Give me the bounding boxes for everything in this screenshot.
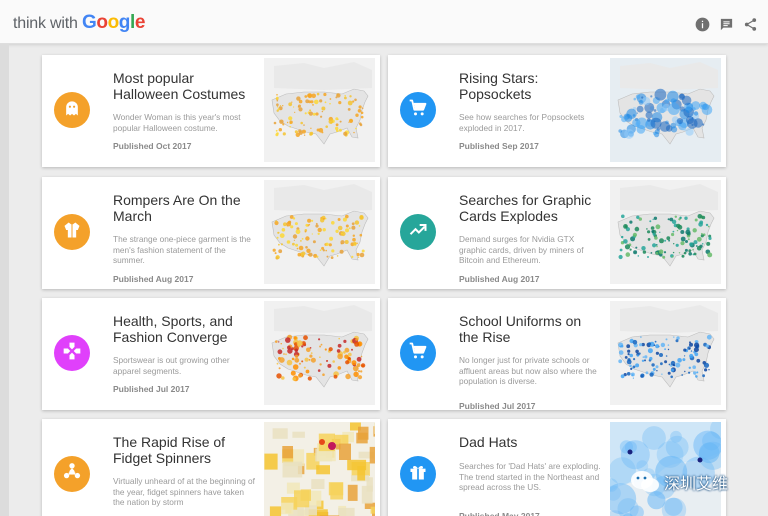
- card-description: Searches for 'Dad Hats' are exploding. T…: [459, 461, 601, 492]
- insight-card[interactable]: Most popular Halloween Costumes Wonder W…: [42, 55, 380, 167]
- insight-card[interactable]: Searches for Graphic Cards Explodes Dema…: [388, 177, 726, 289]
- wechat-icon: [631, 471, 659, 492]
- top-bar: think with Google: [0, 0, 768, 44]
- cart-icon: [408, 341, 428, 366]
- insight-card[interactable]: Rising Stars: Popsockets See how searche…: [388, 55, 726, 167]
- card-description: Virtually unheard of at the beginning of…: [113, 476, 255, 507]
- watermark-text: 深圳艾维: [664, 474, 729, 493]
- card-title[interactable]: Dad Hats: [459, 434, 599, 450]
- insight-card[interactable]: Dad Hats Searches for 'Dad Hats' are exp…: [388, 419, 726, 516]
- card-map-thumbnail[interactable]: [610, 180, 721, 284]
- card-title[interactable]: Rompers Are On the March: [113, 192, 253, 224]
- share-icon[interactable]: [743, 17, 758, 32]
- card-title[interactable]: Most popular Halloween Costumes: [113, 70, 253, 102]
- card-description: No longer just for private schools or af…: [459, 355, 597, 386]
- brand-prefix: think with: [13, 15, 78, 32]
- card-description: The strange one-piece garment is the men…: [113, 234, 251, 265]
- card-title[interactable]: School Uniforms on the Rise: [459, 313, 599, 345]
- card-category-icon: [400, 214, 436, 250]
- card-description: See how searches for Popsockets exploded…: [459, 112, 585, 133]
- card-category-icon: [54, 92, 90, 128]
- card-title[interactable]: The Rapid Rise of Fidget Spinners: [113, 434, 253, 466]
- cart-icon: [408, 98, 428, 123]
- card-description: Demand surges for Nvidia GTX graphic car…: [459, 234, 584, 265]
- card-map-thumbnail[interactable]: [610, 301, 721, 405]
- card-published-date: Published Jul 2017: [113, 384, 190, 394]
- watermark: 深圳艾维: [630, 469, 728, 495]
- card-published-date: Published May 2017: [459, 511, 540, 516]
- info-icon[interactable]: [695, 17, 710, 32]
- card-map-thumbnail[interactable]: [264, 180, 375, 284]
- card-category-icon: [400, 92, 436, 128]
- card-description: Sportswear is out growing other apparel …: [113, 355, 230, 376]
- brand-name: Google: [81, 12, 146, 33]
- card-published-date: Published Sep 2017: [459, 141, 539, 151]
- card-published-date: Published Jul 2017: [459, 401, 536, 410]
- insight-card[interactable]: The Rapid Rise of Fidget Spinners Virtua…: [42, 419, 380, 516]
- think-with-google-logo[interactable]: think with Google: [13, 12, 145, 34]
- card-category-icon: [54, 214, 90, 250]
- card-published-date: Published Aug 2017: [113, 274, 194, 284]
- card-title[interactable]: Health, Sports, and Fashion Converge: [113, 313, 253, 345]
- gift-icon: [408, 462, 428, 487]
- spinner-icon: [62, 462, 82, 487]
- card-title[interactable]: Searches for Graphic Cards Explodes: [459, 192, 599, 224]
- insight-card[interactable]: Rompers Are On the March The strange one…: [42, 177, 380, 289]
- card-category-icon: [400, 335, 436, 371]
- card-map-thumbnail[interactable]: [264, 301, 375, 405]
- left-edge-strip: [0, 44, 9, 516]
- gamepad-icon: [62, 341, 82, 366]
- card-category-icon: [54, 335, 90, 371]
- card-category-icon: [400, 456, 436, 492]
- card-map-thumbnail[interactable]: [610, 58, 721, 162]
- card-description: Wonder Woman is this year's most popular…: [113, 112, 241, 133]
- card-title[interactable]: Rising Stars: Popsockets: [459, 70, 599, 102]
- card-published-date: Published Oct 2017: [113, 141, 192, 151]
- feedback-icon[interactable]: [719, 17, 734, 32]
- insight-card[interactable]: Health, Sports, and Fashion Converge Spo…: [42, 298, 380, 410]
- ghost-icon: [62, 98, 82, 123]
- trending-up-icon: [408, 220, 428, 245]
- insight-card[interactable]: School Uniforms on the Rise No longer ju…: [388, 298, 726, 410]
- card-map-thumbnail[interactable]: [264, 58, 375, 162]
- card-category-icon: [54, 456, 90, 492]
- card-map-thumbnail[interactable]: [264, 422, 380, 516]
- card-published-date: Published Aug 2017: [459, 274, 540, 284]
- jacket-icon: [62, 220, 82, 245]
